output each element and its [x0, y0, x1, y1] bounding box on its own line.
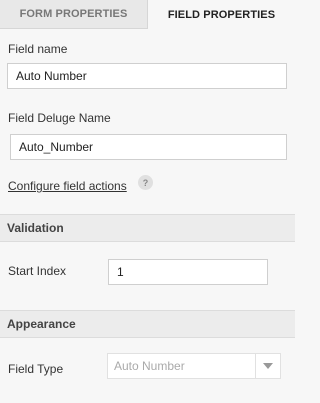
field-type-label: Field Type: [8, 362, 64, 376]
field-deluge-name-label: Field Deluge Name: [8, 111, 111, 125]
appearance-section-header: Appearance: [0, 310, 295, 338]
help-icon[interactable]: ?: [138, 175, 153, 190]
field-name-label: Field name: [8, 42, 68, 56]
field-deluge-name-input[interactable]: Auto_Number: [10, 134, 287, 160]
validation-section-header: Validation: [0, 214, 295, 242]
field-type-select[interactable]: Auto Number: [107, 353, 281, 379]
chevron-down-icon[interactable]: [255, 354, 280, 378]
field-name-input[interactable]: Auto Number: [7, 63, 287, 89]
tab-form-properties[interactable]: FORM PROPERTIES: [0, 0, 148, 29]
start-index-label: Start Index: [8, 264, 67, 278]
start-index-input[interactable]: 1: [108, 259, 268, 285]
tab-field-properties[interactable]: FIELD PROPERTIES: [148, 0, 295, 29]
field-type-value: Auto Number: [114, 359, 185, 373]
properties-tabs: FORM PROPERTIES FIELD PROPERTIES: [0, 0, 295, 29]
configure-field-actions-link[interactable]: Configure field actions: [8, 179, 127, 193]
